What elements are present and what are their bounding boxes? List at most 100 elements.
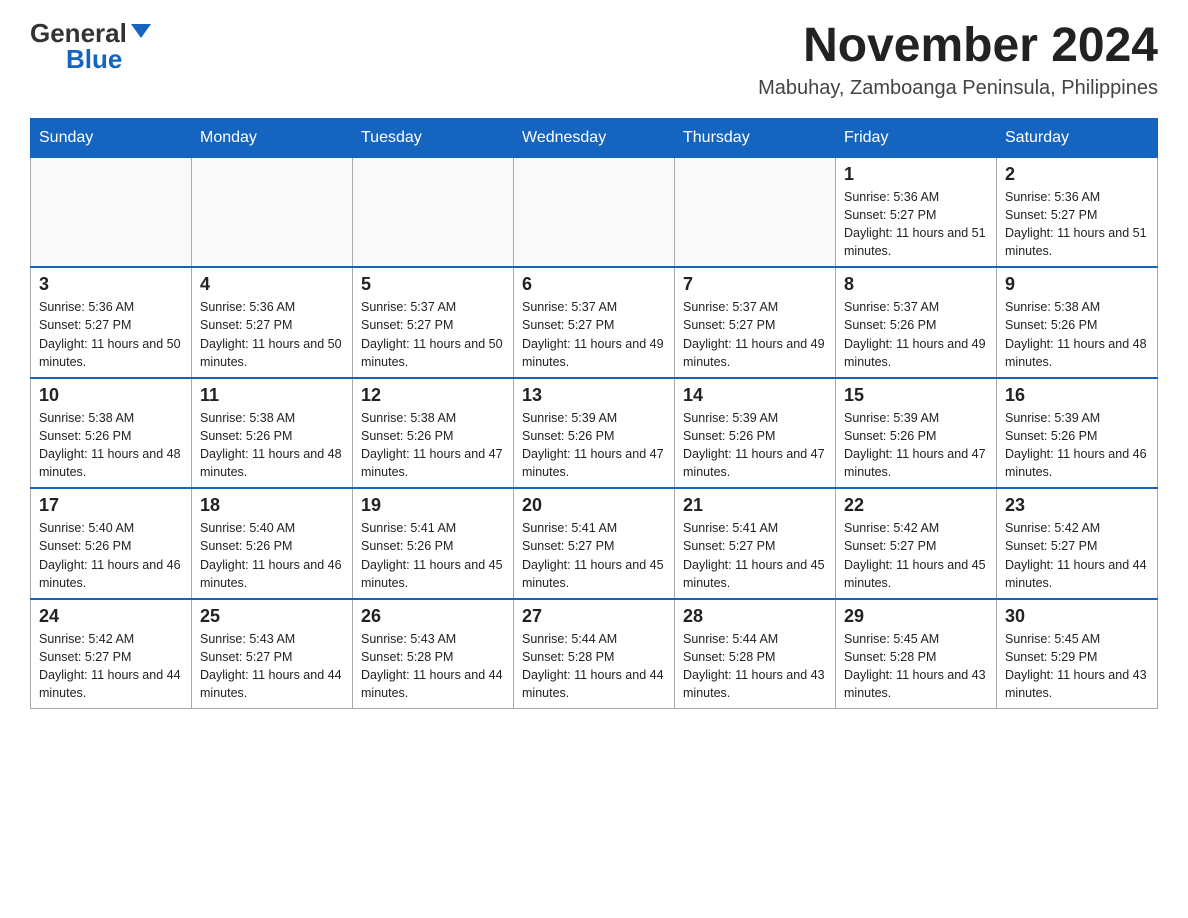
day-number: 11 (200, 385, 344, 406)
day-info: Sunrise: 5:37 AM Sunset: 5:26 PM Dayligh… (844, 298, 988, 371)
day-number: 15 (844, 385, 988, 406)
calendar-cell: 14Sunrise: 5:39 AM Sunset: 5:26 PM Dayli… (675, 378, 836, 489)
calendar-cell: 12 Sunrise: 5:38 AM Sunset: 5:26 PM Dayli… (353, 378, 514, 489)
calendar-cell: 23 Sunrise: 5:42 AM Sunset: 5:27 PM Dayli… (997, 488, 1158, 599)
day-number: 4 (200, 274, 344, 295)
day-info: Sunrise: 5:36 AM Sunset: 5:27 PM Dayligh… (844, 188, 988, 261)
day-info: Sunrise: 5:37 AM Sunset: 5:27 PM Dayligh… (361, 298, 505, 371)
day-info: Sunrise: 5:39 AM Sunset: 5:26 PM Dayligh… (844, 409, 988, 482)
calendar-cell: 18 Sunrise: 5:40 AM Sunset: 5:26 PM Dayli… (192, 488, 353, 599)
subtitle: Mabuhay, Zamboanga Peninsula, Philippine… (758, 77, 1158, 100)
day-info: Sunrise: 5:41 AM Sunset: 5:27 PM Dayligh… (522, 519, 666, 592)
day-number: 26 (361, 606, 505, 627)
calendar-cell: 2 Sunrise: 5:36 AM Sunset: 5:27 PM Daylig… (997, 157, 1158, 267)
day-number: 2 (1005, 164, 1149, 185)
calendar-cell: 15 Sunrise: 5:39 AM Sunset: 5:26 PM Dayli… (836, 378, 997, 489)
day-info: Sunrise: 5:44 AM Sunset: 5:28 PM Dayligh… (683, 630, 827, 703)
day-info: Sunrise: 5:42 AM Sunset: 5:27 PM Dayligh… (844, 519, 988, 592)
day-info: Sunrise: 5:36 AM Sunset: 5:27 PM Dayligh… (200, 298, 344, 371)
day-info: Sunrise: 5:45 AM Sunset: 5:28 PM Dayligh… (844, 630, 988, 703)
calendar-cell: 30Sunrise: 5:45 AM Sunset: 5:29 PM Dayli… (997, 599, 1158, 709)
day-number: 9 (1005, 274, 1149, 295)
logo-general-text: General (30, 20, 127, 46)
day-number: 24 (39, 606, 183, 627)
calendar-cell: 4 Sunrise: 5:36 AM Sunset: 5:27 PM Daylig… (192, 267, 353, 378)
day-number: 27 (522, 606, 666, 627)
day-number: 1 (844, 164, 988, 185)
calendar-cell (675, 157, 836, 267)
day-number: 3 (39, 274, 183, 295)
calendar-week-row: 17 Sunrise: 5:40 AM Sunset: 5:26 PM Dayli… (31, 488, 1158, 599)
day-info: Sunrise: 5:38 AM Sunset: 5:26 PM Dayligh… (200, 409, 344, 482)
day-info: Sunrise: 5:38 AM Sunset: 5:26 PM Dayligh… (361, 409, 505, 482)
day-number: 18 (200, 495, 344, 516)
calendar-cell: 6Sunrise: 5:37 AM Sunset: 5:27 PM Daylig… (514, 267, 675, 378)
day-number: 8 (844, 274, 988, 295)
day-info: Sunrise: 5:45 AM Sunset: 5:29 PM Dayligh… (1005, 630, 1149, 703)
calendar-cell: 8 Sunrise: 5:37 AM Sunset: 5:26 PM Daylig… (836, 267, 997, 378)
calendar-cell: 21Sunrise: 5:41 AM Sunset: 5:27 PM Dayli… (675, 488, 836, 599)
calendar-header-row: SundayMondayTuesdayWednesdayThursdayFrid… (31, 118, 1158, 157)
column-header-friday: Friday (836, 118, 997, 157)
day-number: 5 (361, 274, 505, 295)
calendar-cell (31, 157, 192, 267)
day-number: 7 (683, 274, 827, 295)
column-header-wednesday: Wednesday (514, 118, 675, 157)
day-info: Sunrise: 5:38 AM Sunset: 5:26 PM Dayligh… (1005, 298, 1149, 371)
main-title: November 2024 (758, 20, 1158, 73)
day-info: Sunrise: 5:40 AM Sunset: 5:26 PM Dayligh… (39, 519, 183, 592)
calendar-cell: 27 Sunrise: 5:44 AM Sunset: 5:28 PM Dayli… (514, 599, 675, 709)
calendar-cell (192, 157, 353, 267)
day-number: 22 (844, 495, 988, 516)
day-info: Sunrise: 5:41 AM Sunset: 5:26 PM Dayligh… (361, 519, 505, 592)
day-info: Sunrise: 5:37 AM Sunset: 5:27 PM Dayligh… (683, 298, 827, 371)
day-info: Sunrise: 5:44 AM Sunset: 5:28 PM Dayligh… (522, 630, 666, 703)
column-header-tuesday: Tuesday (353, 118, 514, 157)
day-info: Sunrise: 5:39 AM Sunset: 5:26 PM Dayligh… (683, 409, 827, 482)
day-number: 12 (361, 385, 505, 406)
calendar-cell: 19 Sunrise: 5:41 AM Sunset: 5:26 PM Dayli… (353, 488, 514, 599)
title-section: November 2024 Mabuhay, Zamboanga Peninsu… (758, 20, 1158, 100)
calendar-cell: 22 Sunrise: 5:42 AM Sunset: 5:27 PM Dayli… (836, 488, 997, 599)
calendar-cell: 29 Sunrise: 5:45 AM Sunset: 5:28 PM Dayli… (836, 599, 997, 709)
day-number: 17 (39, 495, 183, 516)
day-info: Sunrise: 5:36 AM Sunset: 5:27 PM Dayligh… (39, 298, 183, 371)
day-info: Sunrise: 5:40 AM Sunset: 5:26 PM Dayligh… (200, 519, 344, 592)
day-info: Sunrise: 5:42 AM Sunset: 5:27 PM Dayligh… (1005, 519, 1149, 592)
calendar-cell: 10Sunrise: 5:38 AM Sunset: 5:26 PM Dayli… (31, 378, 192, 489)
page-header: General Blue November 2024 Mabuhay, Zamb… (30, 20, 1158, 100)
day-info: Sunrise: 5:43 AM Sunset: 5:27 PM Dayligh… (200, 630, 344, 703)
calendar-cell: 13Sunrise: 5:39 AM Sunset: 5:26 PM Dayli… (514, 378, 675, 489)
logo-blue-text: Blue (66, 46, 122, 72)
calendar-cell: 16Sunrise: 5:39 AM Sunset: 5:26 PM Dayli… (997, 378, 1158, 489)
logo-triangle-icon (131, 24, 151, 38)
calendar-cell: 25 Sunrise: 5:43 AM Sunset: 5:27 PM Dayli… (192, 599, 353, 709)
calendar-week-row: 10Sunrise: 5:38 AM Sunset: 5:26 PM Dayli… (31, 378, 1158, 489)
calendar-cell: 28 Sunrise: 5:44 AM Sunset: 5:28 PM Dayli… (675, 599, 836, 709)
day-number: 25 (200, 606, 344, 627)
calendar-week-row: 3 Sunrise: 5:36 AM Sunset: 5:27 PM Daylig… (31, 267, 1158, 378)
day-number: 29 (844, 606, 988, 627)
calendar-cell: 17 Sunrise: 5:40 AM Sunset: 5:26 PM Dayli… (31, 488, 192, 599)
day-info: Sunrise: 5:38 AM Sunset: 5:26 PM Dayligh… (39, 409, 183, 482)
day-info: Sunrise: 5:41 AM Sunset: 5:27 PM Dayligh… (683, 519, 827, 592)
calendar-cell (353, 157, 514, 267)
column-header-sunday: Sunday (31, 118, 192, 157)
calendar-cell: 11 Sunrise: 5:38 AM Sunset: 5:26 PM Dayli… (192, 378, 353, 489)
calendar-week-row: 1 Sunrise: 5:36 AM Sunset: 5:27 PM Daylig… (31, 157, 1158, 267)
calendar-table: SundayMondayTuesdayWednesdayThursdayFrid… (30, 118, 1158, 710)
day-number: 19 (361, 495, 505, 516)
day-number: 23 (1005, 495, 1149, 516)
logo: General Blue (30, 20, 151, 72)
day-info: Sunrise: 5:36 AM Sunset: 5:27 PM Dayligh… (1005, 188, 1149, 261)
calendar-cell: 1 Sunrise: 5:36 AM Sunset: 5:27 PM Daylig… (836, 157, 997, 267)
calendar-cell: 7 Sunrise: 5:37 AM Sunset: 5:27 PM Daylig… (675, 267, 836, 378)
calendar-cell: 26 Sunrise: 5:43 AM Sunset: 5:28 PM Dayli… (353, 599, 514, 709)
day-info: Sunrise: 5:43 AM Sunset: 5:28 PM Dayligh… (361, 630, 505, 703)
day-info: Sunrise: 5:37 AM Sunset: 5:27 PM Dayligh… (522, 298, 666, 371)
day-info: Sunrise: 5:39 AM Sunset: 5:26 PM Dayligh… (522, 409, 666, 482)
day-number: 28 (683, 606, 827, 627)
calendar-week-row: 24 Sunrise: 5:42 AM Sunset: 5:27 PM Dayli… (31, 599, 1158, 709)
column-header-monday: Monday (192, 118, 353, 157)
day-info: Sunrise: 5:42 AM Sunset: 5:27 PM Dayligh… (39, 630, 183, 703)
